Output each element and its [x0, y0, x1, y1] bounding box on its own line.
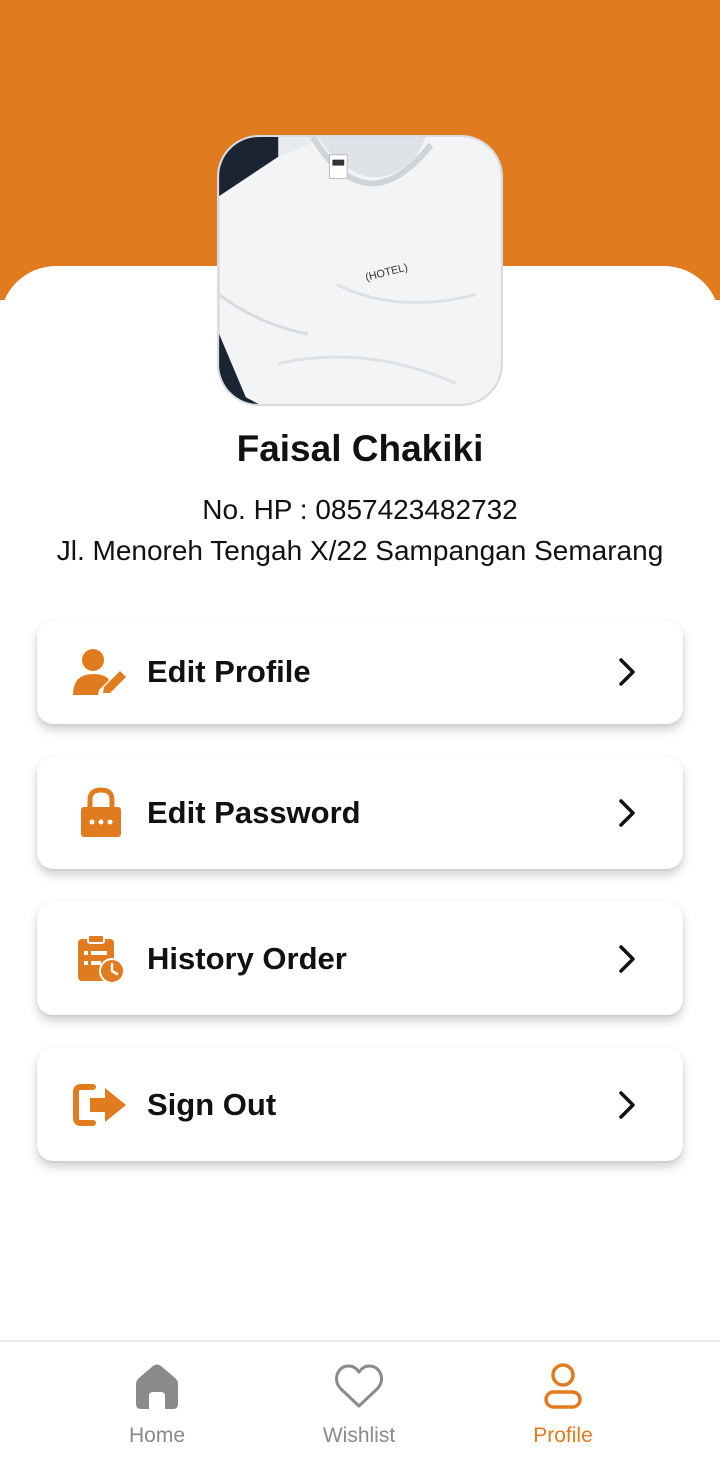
- clipboard-clock-icon: [73, 931, 129, 987]
- chevron-right-icon: [619, 1090, 635, 1119]
- sign-out-label: Sign Out: [147, 1086, 277, 1122]
- edit-password-button[interactable]: Edit Password: [37, 756, 683, 869]
- sign-out-icon: [73, 1077, 129, 1133]
- lock-icon: [73, 785, 129, 841]
- heart-icon: [335, 1364, 383, 1408]
- profile-phone: No. HP : 0857423482732: [202, 494, 518, 525]
- history-order-button[interactable]: History Order: [37, 902, 683, 1015]
- nav-home-label: Home: [128, 1424, 186, 1447]
- edit-password-label: Edit Password: [147, 794, 361, 830]
- nav-profile[interactable]: Profile: [483, 1342, 643, 1465]
- sign-out-button[interactable]: Sign Out: [37, 1048, 683, 1161]
- tshirt-photo-icon: (HOTEL): [219, 137, 501, 404]
- profile-photo[interactable]: (HOTEL): [217, 135, 503, 406]
- bottom-navigation: Home Wishlist Profile: [0, 1340, 720, 1465]
- nav-wishlist[interactable]: Wishlist: [279, 1342, 439, 1465]
- edit-profile-button[interactable]: Edit Profile: [37, 620, 683, 724]
- chevron-right-icon: [619, 658, 635, 686]
- nav-wishlist-label: Wishlist: [322, 1424, 396, 1447]
- chevron-right-icon: [619, 944, 635, 973]
- profile-name: Faisal Chakiki: [236, 428, 484, 469]
- edit-profile-label: Edit Profile: [147, 654, 311, 689]
- home-icon: [136, 1364, 178, 1409]
- nav-profile-label: Profile: [533, 1424, 593, 1447]
- profile-address: Jl. Menoreh Tengah X/22 Sampangan Semara…: [56, 535, 664, 566]
- nav-home[interactable]: Home: [77, 1342, 237, 1465]
- user-edit-icon: [73, 644, 129, 700]
- chevron-right-icon: [619, 798, 635, 827]
- user-icon: [544, 1363, 582, 1409]
- history-order-label: History Order: [147, 940, 347, 976]
